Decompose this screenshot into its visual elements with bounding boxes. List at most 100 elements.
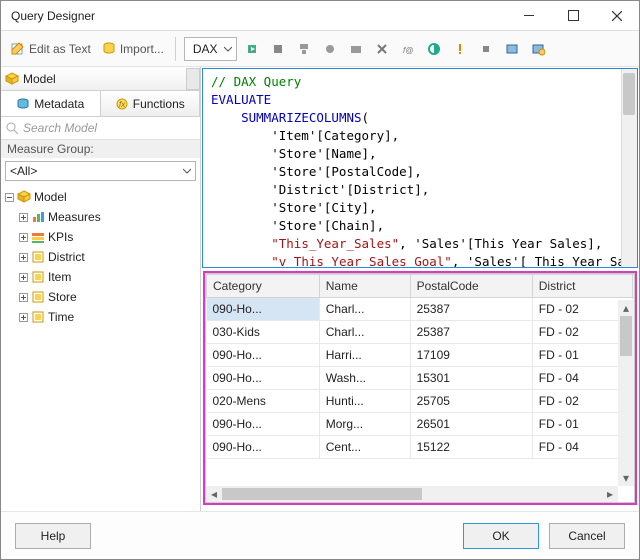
- toolbar-btn-3[interactable]: [293, 38, 315, 60]
- left-tabs: Metadata fx Functions: [1, 91, 200, 117]
- scroll-down-icon[interactable]: ▾: [618, 470, 634, 486]
- toolbar-btn-10[interactable]: [475, 38, 497, 60]
- maximize-button[interactable]: [551, 1, 595, 30]
- table-cell: 090-Ho...: [207, 298, 320, 321]
- toolbar-btn-12[interactable]: [527, 38, 549, 60]
- table-row[interactable]: 090-Ho...Morg...26501FD - 01Mo...Fashi..…: [207, 413, 636, 436]
- import-button[interactable]: Import...: [98, 39, 167, 59]
- table-cell: Harri...: [319, 344, 410, 367]
- toolbar-btn-6[interactable]: [371, 38, 393, 60]
- search-input[interactable]: Search Model: [1, 117, 200, 139]
- results-vscrollbar[interactable]: ▴ ▾: [618, 300, 634, 486]
- dimension-icon: [31, 250, 45, 264]
- results-grid[interactable]: CategoryNamePostalCodeDistrictCityChainT…: [205, 273, 635, 503]
- table-header-row: CategoryNamePostalCodeDistrictCityChainT…: [207, 275, 636, 298]
- expand-icon[interactable]: [19, 233, 28, 242]
- toolbar: Edit as Text Import... DAX f@: [1, 31, 639, 67]
- edit-as-text-label: Edit as Text: [29, 42, 91, 56]
- results-highlight: CategoryNamePostalCodeDistrictCityChainT…: [203, 271, 637, 505]
- expand-icon[interactable]: [19, 293, 28, 302]
- column-header[interactable]: City: [632, 275, 635, 298]
- tree-node-measures[interactable]: Measures: [3, 207, 198, 227]
- column-header[interactable]: Category: [207, 275, 320, 298]
- table-cell: 090-Ho...: [207, 413, 320, 436]
- tab-metadata[interactable]: Metadata: [1, 91, 101, 116]
- panel-collapse-button[interactable]: [186, 68, 200, 90]
- kpis-icon: [31, 230, 45, 244]
- table-cell: 020-Mens: [207, 390, 320, 413]
- table-row[interactable]: 020-MensHunti...25705FD - 02Hu...Fashi..…: [207, 390, 636, 413]
- results-table: CategoryNamePostalCodeDistrictCityChainT…: [206, 274, 635, 459]
- ok-button[interactable]: OK: [463, 523, 539, 549]
- table-cell: 030-Kids: [207, 321, 320, 344]
- scroll-right-icon[interactable]: ▸: [602, 487, 618, 501]
- column-header[interactable]: District: [532, 275, 632, 298]
- svg-text:f@: f@: [403, 46, 413, 55]
- run-icon: [245, 42, 259, 56]
- table-cell: Hunti...: [319, 390, 410, 413]
- measure-group-value: <All>: [10, 164, 37, 178]
- table-row[interactable]: 090-Ho...Charl...25387FD - 02Ch...Fashi.…: [207, 298, 636, 321]
- expand-icon[interactable]: [19, 313, 28, 322]
- query-editor[interactable]: // DAX Query EVALUATE SUMMARIZECOLUMNS( …: [202, 68, 638, 268]
- cube-icon: [5, 72, 19, 86]
- table-cell: 26501: [410, 413, 532, 436]
- results-hscrollbar[interactable]: ◂ ▸: [206, 486, 618, 502]
- tab-functions-label: Functions: [133, 97, 185, 111]
- toolbar-btn-7[interactable]: f@: [397, 38, 419, 60]
- window-root: Query Designer Edit as Text Import... DA…: [0, 0, 640, 560]
- cancel-button[interactable]: Cancel: [549, 523, 625, 549]
- table-row[interactable]: 090-Ho...Cent...15122FD - 04We...Fashi..…: [207, 436, 636, 459]
- body: Model Metadata fx Functions Search Model…: [1, 67, 639, 511]
- collapse-icon[interactable]: [5, 193, 14, 202]
- expand-icon[interactable]: [19, 273, 28, 282]
- tree-root-label: Model: [34, 190, 67, 204]
- table-row[interactable]: 030-KidsCharl...25387FD - 02Ch...Fashi..…: [207, 321, 636, 344]
- tab-functions[interactable]: fx Functions: [101, 91, 201, 116]
- toolbar-btn-8[interactable]: [423, 38, 445, 60]
- expand-icon[interactable]: [19, 213, 28, 222]
- tab-metadata-label: Metadata: [34, 97, 84, 111]
- table-cell: Wash...: [319, 367, 410, 390]
- tree-node-item[interactable]: Item: [3, 267, 198, 287]
- edit-as-text-button[interactable]: Edit as Text: [7, 39, 94, 59]
- editor-scrollbar[interactable]: [621, 69, 637, 267]
- close-button[interactable]: [595, 1, 639, 30]
- language-select[interactable]: DAX: [184, 37, 237, 61]
- model-header: Model: [1, 67, 200, 91]
- column-header[interactable]: PostalCode: [410, 275, 532, 298]
- run-button[interactable]: [241, 38, 263, 60]
- toolbar-btn-9[interactable]: [449, 38, 471, 60]
- tree-node-kpis[interactable]: KPIs: [3, 227, 198, 247]
- help-button[interactable]: Help: [15, 523, 91, 549]
- scroll-left-icon[interactable]: ◂: [206, 487, 222, 501]
- dimension-icon: [31, 310, 45, 324]
- tree-label: Item: [48, 270, 71, 284]
- table-row[interactable]: 090-Ho...Harri...17109FD - 01Ha...Fashi.…: [207, 344, 636, 367]
- search-placeholder: Search Model: [23, 121, 97, 135]
- measure-group-select[interactable]: <All>: [5, 161, 196, 181]
- scroll-up-icon[interactable]: ▴: [618, 300, 634, 316]
- titlebar: Query Designer: [1, 1, 639, 31]
- minimize-button[interactable]: [507, 1, 551, 30]
- model-header-label: Model: [23, 72, 56, 86]
- table-cell: 15301: [410, 367, 532, 390]
- table-cell: Charl...: [319, 321, 410, 344]
- expand-icon[interactable]: [19, 253, 28, 262]
- toolbar-btn-4[interactable]: [319, 38, 341, 60]
- edit-text-icon: [10, 41, 26, 57]
- toolbar-btn-5[interactable]: [345, 38, 367, 60]
- tree-node-time[interactable]: Time: [3, 307, 198, 327]
- tree-label: KPIs: [48, 230, 73, 244]
- import-label: Import...: [120, 42, 164, 56]
- tree-node-district[interactable]: District: [3, 247, 198, 267]
- tree-root[interactable]: Model: [3, 187, 198, 207]
- table-cell: 090-Ho...: [207, 344, 320, 367]
- toolbar-btn-11[interactable]: [501, 38, 523, 60]
- column-header[interactable]: Name: [319, 275, 410, 298]
- toolbar-btn-2[interactable]: [267, 38, 289, 60]
- measure-group-label: Measure Group:: [1, 139, 200, 158]
- table-row[interactable]: 090-Ho...Wash...15301FD - 04Wa...Fashi..…: [207, 367, 636, 390]
- dimension-icon: [31, 290, 45, 304]
- tree-node-store[interactable]: Store: [3, 287, 198, 307]
